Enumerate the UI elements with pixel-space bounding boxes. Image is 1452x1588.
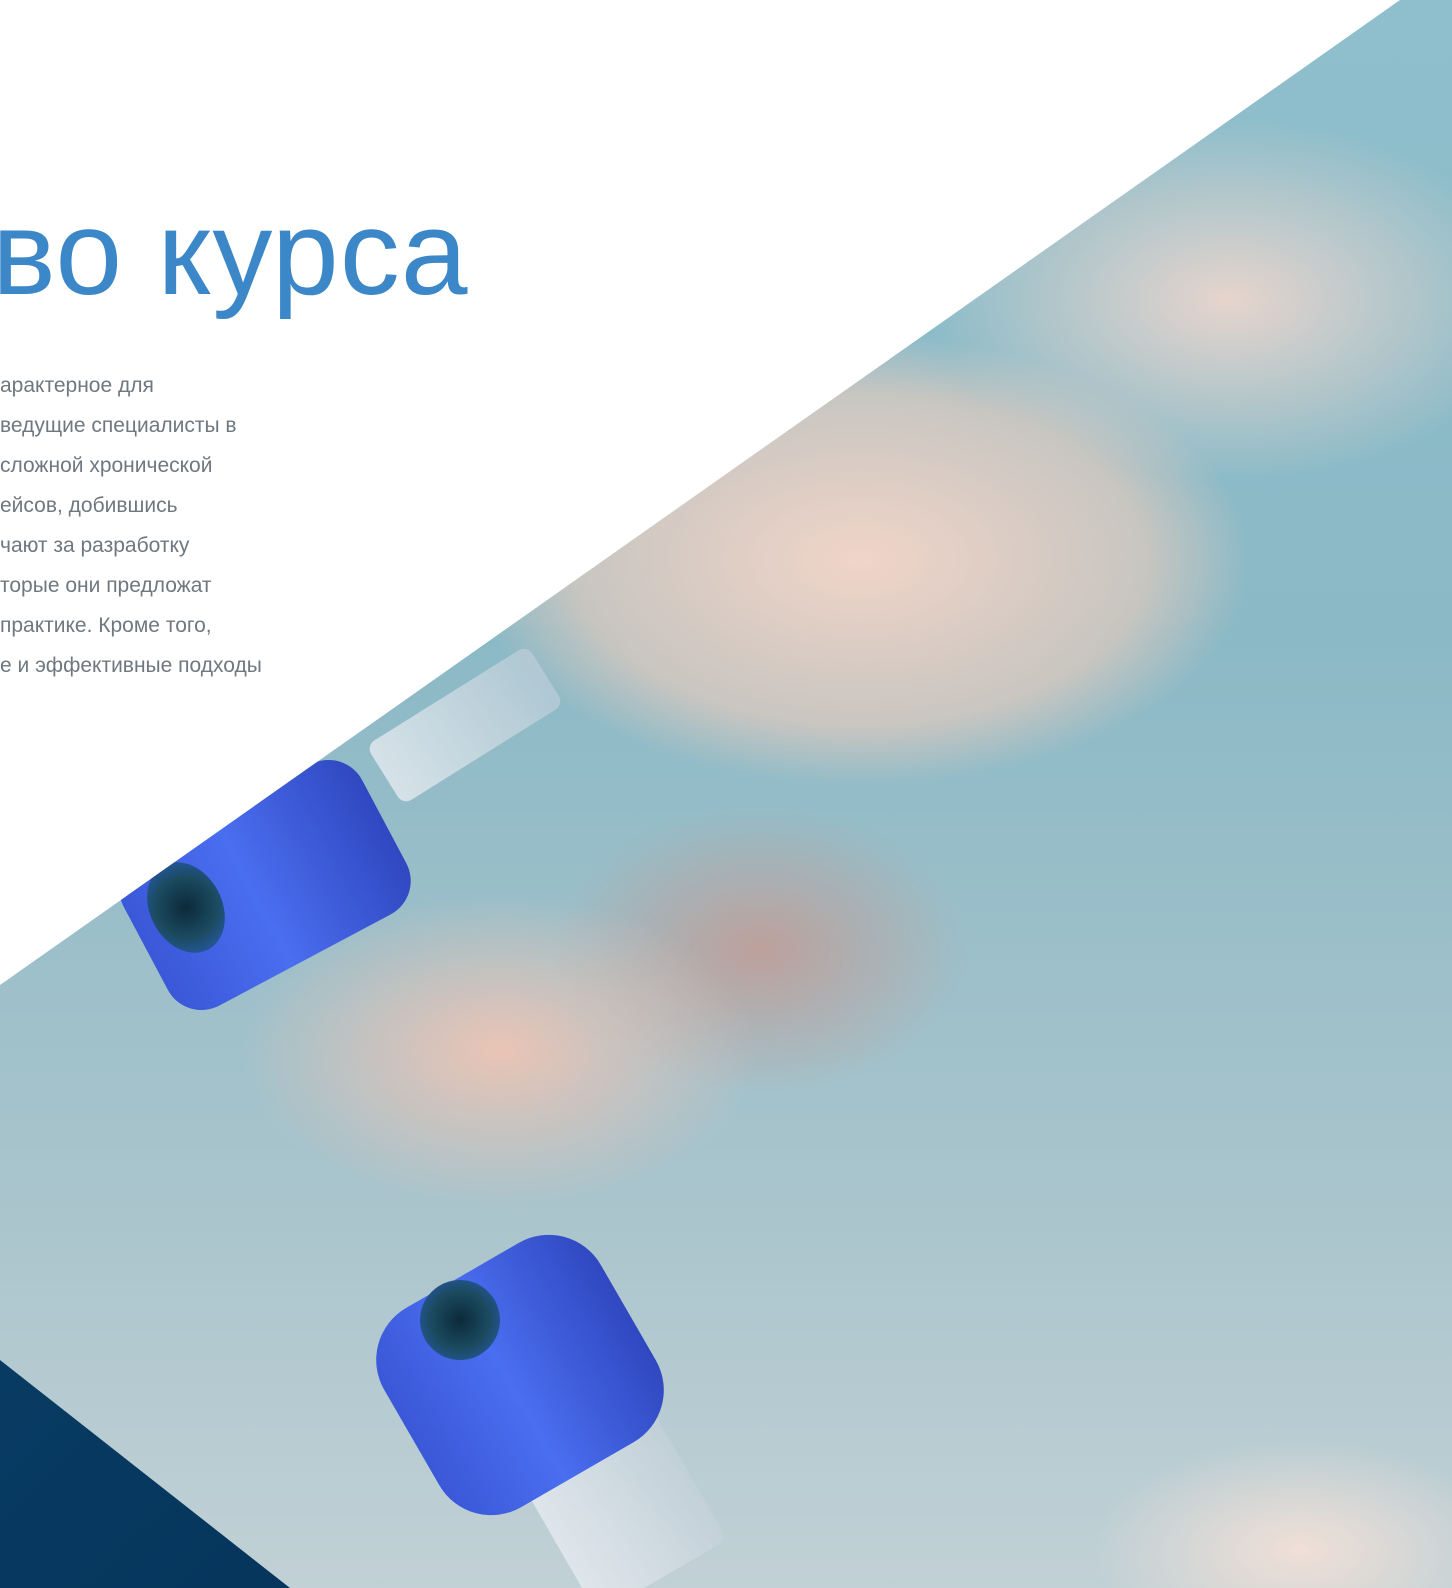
section-description: арактерное для ведущие специалисты в сло…	[0, 366, 320, 686]
sample-tube-upper	[365, 644, 565, 806]
description-line: практике. Кроме того,	[0, 614, 212, 637]
description-line: ведущие специалисты в	[0, 414, 237, 437]
page-stage: во курса арактерное для ведущие специали…	[0, 0, 1452, 1588]
tube-cap-lower-hole	[420, 1280, 500, 1360]
description-line: сложной хронической	[0, 454, 213, 477]
description-line: е и эффективные подходы	[0, 654, 262, 677]
section-title: во курса	[0, 186, 469, 320]
description-line: торые они предложат	[0, 574, 212, 597]
description-line: ейсов, добившись	[0, 494, 178, 517]
description-line: арактерное для	[0, 374, 154, 397]
description-line: чают за разработку	[0, 534, 190, 557]
